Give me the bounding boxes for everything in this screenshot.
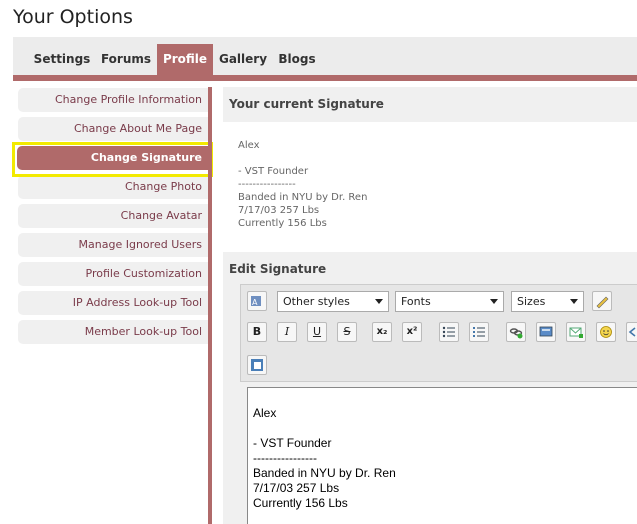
current-signature-line: Banded in NYU by Dr. Ren	[238, 192, 368, 203]
email-icon[interactable]	[566, 322, 586, 342]
code-icon[interactable]	[626, 322, 637, 342]
smiley-icon[interactable]	[596, 322, 616, 342]
editor-line: Banded in NYU by Dr. Ren	[253, 466, 396, 480]
options-tab-bar: Settings Forums Profile Gallery Blogs	[13, 37, 637, 81]
source-icon[interactable]: A	[247, 291, 267, 311]
sidebar-item-change-avatar[interactable]: Change Avatar	[18, 204, 208, 228]
bold-button[interactable]: B	[247, 322, 267, 342]
sidebar-item-member-lookup-tool[interactable]: Member Look-up Tool	[18, 320, 208, 344]
selection-highlight	[12, 142, 213, 177]
strikethrough-button[interactable]: S	[337, 322, 357, 342]
current-signature-line: - VST Founder	[238, 166, 309, 177]
tab-gallery[interactable]: Gallery	[217, 45, 269, 81]
tab-blogs[interactable]: Blogs	[275, 45, 319, 81]
editor-line: Currently 156 Lbs	[253, 496, 348, 510]
bulleted-list-icon[interactable]	[439, 322, 459, 342]
editor-line: - VST Founder	[253, 436, 332, 450]
current-signature-line: 7/17/03 257 Lbs	[238, 205, 320, 216]
size-select[interactable]: Sizes	[511, 291, 584, 312]
editor-toolbar: A Other styles Fonts Sizes B I U S x₂ x²	[240, 284, 637, 382]
edit-signature-heading: Edit Signature	[229, 262, 327, 276]
italic-button[interactable]: I	[277, 322, 297, 342]
chevron-down-icon	[375, 299, 383, 304]
superscript-button[interactable]: x²	[402, 322, 422, 342]
editor-line: Alex	[253, 406, 277, 420]
sidebar-item-change-profile-information[interactable]: Change Profile Information	[18, 88, 208, 112]
current-signature-line: Alex	[238, 140, 260, 151]
current-signature-line: Currently 156 Lbs	[238, 218, 327, 229]
font-select[interactable]: Fonts	[395, 291, 504, 312]
sidebar-item-change-photo[interactable]: Change Photo	[18, 175, 208, 199]
sidebar-divider	[208, 87, 212, 524]
subscript-button[interactable]: x₂	[372, 322, 392, 342]
style-select[interactable]: Other styles	[277, 291, 389, 312]
svg-text:A: A	[252, 298, 258, 307]
editor-line: 7/17/03 257 Lbs	[253, 481, 340, 495]
sidebar-item-manage-ignored-users[interactable]: Manage Ignored Users	[18, 233, 208, 257]
sidebar-item-change-about-me-page[interactable]: Change About Me Page	[18, 117, 208, 141]
editor-line: ----------------	[253, 451, 317, 465]
tab-forums[interactable]: Forums	[99, 45, 153, 81]
size-select-label: Sizes	[517, 295, 546, 308]
current-signature-line: ----------------	[238, 179, 296, 190]
underline-button[interactable]: U	[307, 322, 327, 342]
signature-editor[interactable]: Alex - VST Founder ---------------- Band…	[247, 387, 637, 524]
pencil-icon[interactable]	[592, 291, 612, 311]
signature-editor-content: Alex - VST Founder ---------------- Band…	[253, 406, 396, 511]
current-signature-heading: Your current Signature	[229, 97, 384, 111]
image-icon[interactable]	[536, 322, 556, 342]
style-select-label: Other styles	[283, 295, 350, 308]
paste-icon[interactable]	[247, 355, 267, 375]
page-title: Your Options	[13, 6, 133, 28]
sidebar-item-ip-address-lookup-tool[interactable]: IP Address Look-up Tool	[18, 291, 208, 315]
chevron-down-icon	[490, 299, 498, 304]
link-icon[interactable]	[506, 322, 526, 342]
tab-profile[interactable]: Profile	[157, 44, 213, 75]
font-select-label: Fonts	[401, 295, 431, 308]
sidebar-item-profile-customization[interactable]: Profile Customization	[18, 262, 208, 286]
numbered-list-icon[interactable]	[469, 322, 489, 342]
chevron-down-icon	[570, 299, 578, 304]
current-signature-header: Your current Signature	[223, 87, 637, 122]
tab-settings[interactable]: Settings	[27, 45, 97, 81]
